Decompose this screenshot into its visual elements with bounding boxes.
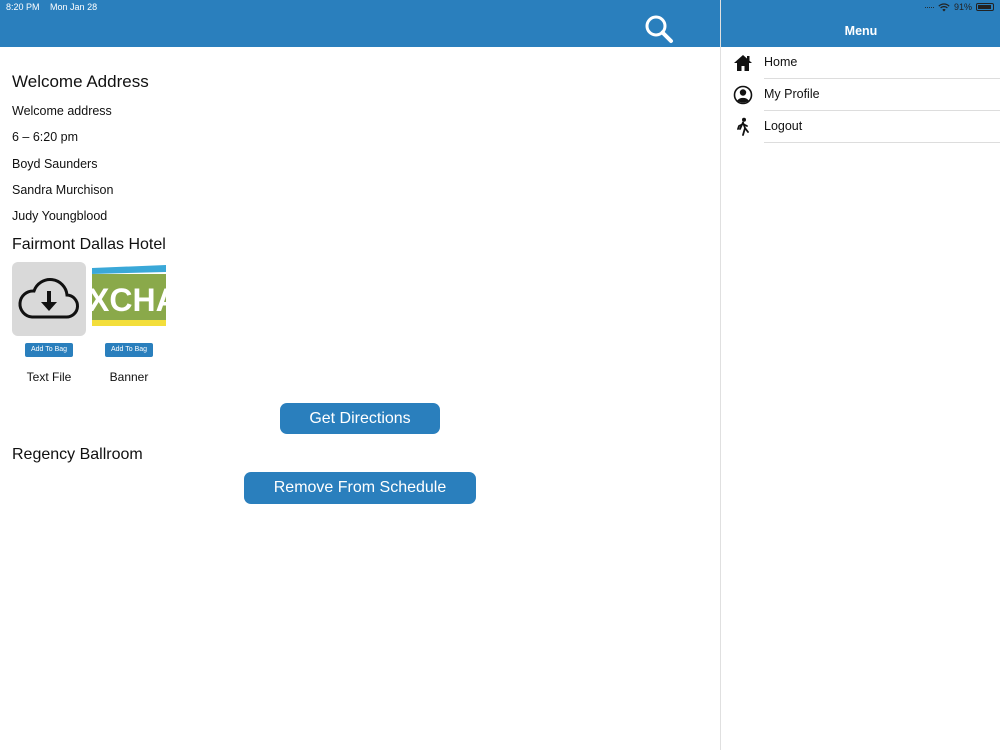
battery-icon — [976, 3, 994, 11]
menu-divider — [764, 142, 1000, 143]
session-description: Welcome address — [12, 104, 112, 118]
text-file-thumbnail[interactable] — [12, 262, 86, 336]
battery-percent: 91% — [953, 2, 972, 12]
search-icon — [645, 15, 673, 43]
menu-title: Menu — [844, 24, 878, 38]
menu-item-label: Logout — [764, 119, 803, 133]
speaker-name: Judy Youngblood — [12, 209, 108, 223]
wifi-icon — [938, 2, 950, 11]
menu-item-home[interactable]: Home — [721, 47, 1000, 79]
banner-text: XCHAN — [92, 282, 166, 318]
attachment-label: Banner — [109, 370, 149, 384]
room-name: Regency Ballroom — [12, 446, 143, 463]
add-to-bag-button[interactable]: Add To Bag — [105, 343, 153, 357]
menu-item-my-profile[interactable]: My Profile — [721, 79, 1000, 111]
status-right: ····· 91% — [924, 0, 994, 14]
status-time: 8:20 PM — [6, 2, 40, 12]
session-time: 6 – 6:20 pm — [12, 130, 79, 144]
session-title: Welcome Address — [12, 72, 149, 91]
speaker-name: Boyd Saunders — [12, 157, 98, 171]
get-directions-button[interactable]: Get Directions — [280, 403, 440, 434]
speaker-name: Sandra Murchison — [12, 183, 114, 197]
banner-image: XCHAN — [92, 262, 166, 336]
side-menu: Menu Home My Profile Logout — [720, 0, 1000, 750]
menu-item-label: Home — [764, 55, 798, 69]
session-detail-pane: Welcome Address Welcome address 6 – 6:20… — [0, 0, 720, 750]
profile-icon — [733, 85, 753, 105]
status-date: Mon Jan 28 — [50, 2, 98, 12]
menu-item-logout[interactable]: Logout — [721, 111, 1000, 143]
banner-thumbnail[interactable]: XCHAN — [92, 262, 166, 336]
signal-icon: ····· — [923, 2, 935, 12]
add-to-bag-button[interactable]: Add To Bag — [25, 343, 73, 357]
home-icon — [734, 55, 752, 71]
remove-from-schedule-button[interactable]: Remove From Schedule — [244, 472, 476, 504]
status-left: 8:20 PM Mon Jan 28 — [6, 0, 105, 14]
search-button[interactable] — [644, 14, 676, 46]
venue-name: Fairmont Dallas Hotel — [12, 236, 166, 253]
cloud-download-icon — [18, 278, 79, 319]
attachment-label: Text File — [26, 370, 72, 384]
walking-person-icon — [737, 117, 749, 136]
status-bar: 8:20 PM Mon Jan 28 ····· 91% — [0, 0, 1000, 14]
menu-item-label: My Profile — [764, 87, 820, 101]
